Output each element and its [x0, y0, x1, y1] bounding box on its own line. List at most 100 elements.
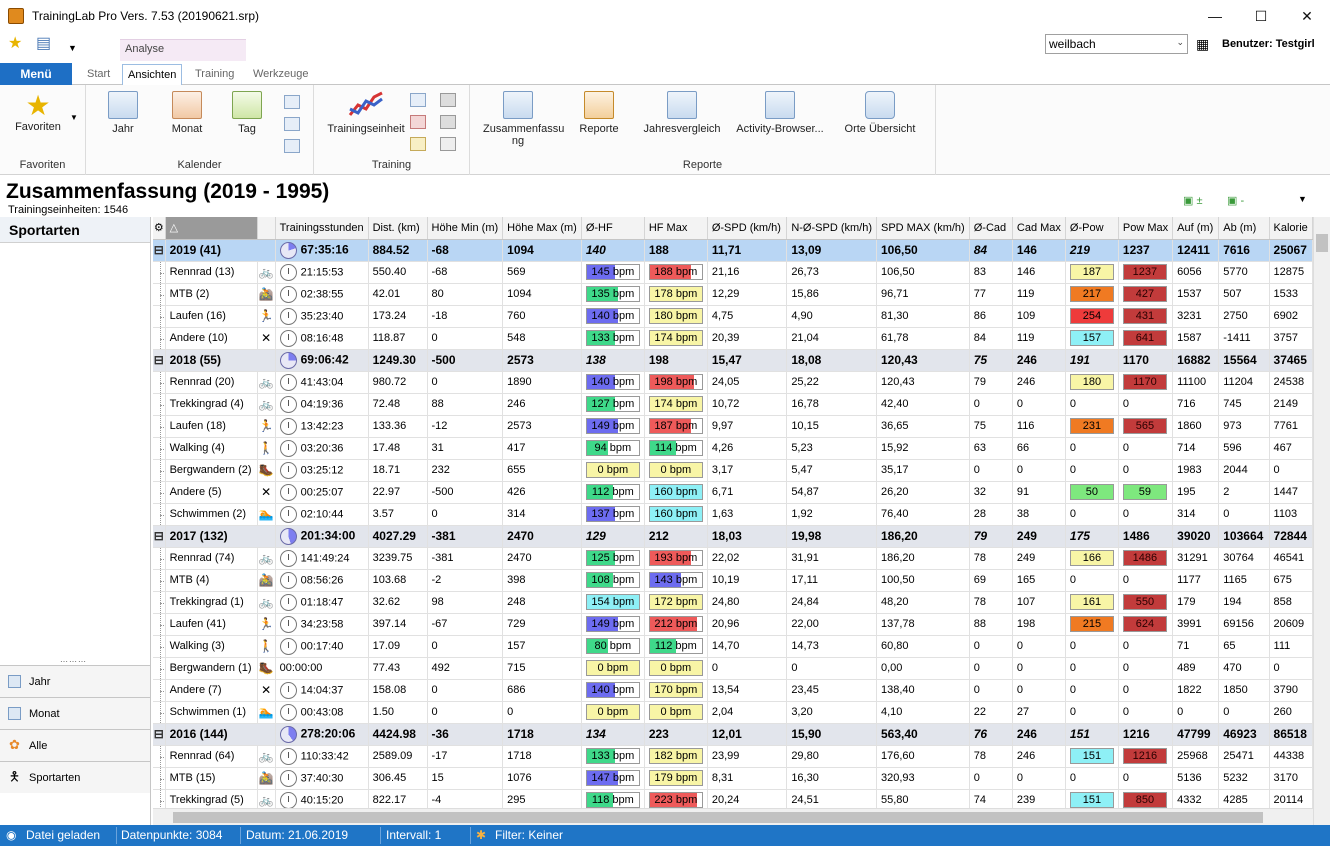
monat-button[interactable]: Monat [166, 91, 208, 135]
year-group-row[interactable]: ⊟ 2017 (132) 201:34:00 4027.29 -381 2470 129 21… [153, 525, 1313, 548]
col-avg-spd[interactable]: Ø-SPD (km/h) [707, 217, 788, 240]
nav-sportarten[interactable]: 🯅 Sportarten [0, 761, 150, 793]
col-avg-cad[interactable]: Ø-Cad [969, 217, 1013, 240]
sport-row[interactable]: Andere (10) ✕ 08:16:48 118.87 0 548 133 bpm 174… [153, 327, 1313, 350]
chevron-down-icon[interactable]: ⌄ [1176, 37, 1184, 48]
col-avg-pow[interactable]: Ø-Pow [1065, 217, 1119, 240]
col-trainingsstunden[interactable]: Trainingsstunden [275, 217, 369, 240]
user-icon[interactable]: ▦ [1196, 36, 1209, 53]
sport-row[interactable]: Laufen (16) 🏃 35:23:40 173.24 -18 760 140 bpm 1… [153, 305, 1313, 328]
zusammenfassung-button[interactable]: Zusammenfassu ng [474, 91, 564, 147]
year-group-row[interactable]: ⊟ 2018 (55) 69:06:42 1249.30 -500 2573 138 198 1… [153, 349, 1313, 372]
col-pow-max[interactable]: Pow Max [1118, 217, 1174, 240]
minimize-button[interactable]: — [1192, 0, 1238, 32]
tab-training[interactable]: Training [190, 64, 239, 85]
sport-row[interactable]: Andere (5) ✕ 00:25:07 22.97 -500 426 112 bpm 16… [153, 481, 1313, 504]
avg-cad-cell: 0 [969, 679, 1013, 702]
camera-icon[interactable] [440, 93, 456, 107]
ab-cell: 69156 [1218, 613, 1270, 636]
collapse-all-icon[interactable]: ▣ - [1227, 194, 1244, 207]
sport-row[interactable]: MTB (4) 🚵 08:56:26 103.68 -2 398 108 bpm 143 bp… [153, 569, 1313, 592]
horizontal-scrollbar[interactable] [153, 808, 1313, 825]
orte-uebersicht-button[interactable]: Orte Übersicht [840, 91, 920, 135]
year-group-row[interactable]: ⊟ 2016 (144) 278:20:06 4424.98 -36 1718 134 223… [153, 723, 1313, 746]
nav-monat[interactable]: Monat [0, 697, 150, 729]
tab-start[interactable]: Start [82, 64, 115, 85]
card-icon[interactable] [440, 137, 456, 151]
list-icon[interactable] [284, 95, 300, 109]
sport-row[interactable]: Laufen (41) 🏃 34:23:58 397.14 -67 729 149 bpm 2… [153, 613, 1313, 636]
col-dist[interactable]: Dist. (km) [368, 217, 428, 240]
sport-row[interactable]: Bergwandern (2) 🥾 03:25:12 18.71 232 655 0 bpm… [153, 459, 1313, 482]
sport-row[interactable]: Trekkingrad (5) 🚲 40:15:20 822.17 -4 295 118 b… [153, 789, 1313, 808]
settings-icon[interactable]: ⚙ [153, 217, 166, 240]
col-avg-hf[interactable]: Ø-HF [581, 217, 645, 240]
sport-row[interactable]: Schwimmen (2) 🏊 02:10:44 3.57 0 314 137 bpm 160… [153, 503, 1313, 526]
col-auf[interactable]: Auf (m) [1172, 217, 1220, 240]
trainingseinheit-button[interactable]: Trainingseinheit [320, 91, 412, 135]
qat-dropdown-icon[interactable]: ▼ [68, 40, 77, 56]
tag-button[interactable]: Tag [230, 91, 264, 135]
collapse-icon[interactable]: ⊟ [153, 349, 166, 372]
sport-row[interactable]: Trekkingrad (4) 🚲 04:19:36 72.48 88 246 127 bp… [153, 393, 1313, 416]
avg-spd-cell: 24,80 [707, 591, 788, 614]
horizontal-scroll-thumb[interactable] [173, 812, 1263, 823]
sport-row[interactable]: Walking (3) 🚶 00:17:40 17.09 0 157 80 bpm 112 b… [153, 635, 1313, 658]
compare-icon [667, 91, 697, 119]
avg-hf-cell: 80 bpm [581, 635, 645, 658]
jahr-button[interactable]: Jahr [104, 91, 142, 135]
title-bar: TrainingLab Pro Vers. 7.53 (20190621.srp… [0, 0, 1330, 32]
tab-ansichten[interactable]: Ansichten [122, 64, 183, 85]
col-hoehe-min[interactable]: Höhe Min (m) [427, 217, 504, 240]
location-search-input[interactable]: weilbach ⌄ [1045, 34, 1188, 54]
sport-row[interactable]: Schwimmen (1) 🏊 00:43:08 1.50 0 0 0 bpm 0 bpm 2,… [153, 701, 1313, 724]
col-cad-max[interactable]: Cad Max [1012, 217, 1066, 240]
activity-browser-button[interactable]: Activity-Browser... [732, 91, 828, 135]
calendar-edit-icon[interactable] [284, 117, 300, 131]
summary-grid[interactable]: ⚙ △ Trainingsstunden Dist. (km) Höhe Min… [153, 217, 1313, 808]
calendar-search-icon[interactable]: ▤ [36, 36, 51, 52]
import-icon[interactable] [410, 93, 426, 107]
collapse-icon[interactable]: ⊟ [153, 239, 166, 262]
sport-row[interactable]: Rennrad (74) 🚲 141:49:24 3239.75 -381 2470 125… [153, 547, 1313, 570]
nav-alle[interactable]: ✿ Alle [0, 729, 150, 761]
sport-row[interactable]: Trekkingrad (1) 🚲 01:18:47 32.62 98 248 154 bp… [153, 591, 1313, 614]
star-icon[interactable]: ★ [8, 36, 22, 52]
sort-header[interactable]: △ [165, 217, 258, 240]
col-n-avg-spd[interactable]: N-Ø-SPD (km/h) [786, 217, 877, 240]
reporte-button[interactable]: Reporte [574, 91, 624, 135]
nav-jahr[interactable]: Jahr [0, 665, 150, 697]
bar-chart-icon[interactable] [410, 115, 426, 129]
favoriten-button[interactable]: ★ Favoriten [10, 91, 66, 134]
year-group-row[interactable]: ⊟ 2019 (41) 67:35:16 884.52 -68 1094 140 188 11,… [153, 239, 1313, 262]
chevron-down-icon[interactable]: ▼ [1298, 194, 1307, 204]
close-button[interactable]: ✕ [1284, 0, 1330, 32]
collapse-icon[interactable]: ⊟ [153, 525, 166, 548]
vertical-scroll-thumb[interactable] [1316, 234, 1328, 252]
sport-row[interactable]: MTB (15) 🚵 37:40:30 306.45 15 1076 147 bpm 179 … [153, 767, 1313, 790]
expand-all-icon[interactable]: ▣ ± [1183, 194, 1203, 207]
sport-row[interactable]: Rennrad (20) 🚲 41:43:04 980.72 0 1890 140 bpm 1… [153, 371, 1313, 394]
device-icon[interactable] [440, 115, 456, 129]
sport-row[interactable]: Laufen (18) 🏃 13:42:23 133.36 -12 2573 149 bpm… [153, 415, 1313, 438]
maximize-button[interactable]: ☐ [1238, 0, 1284, 32]
tab-werkzeuge[interactable]: Werkzeuge [248, 64, 313, 85]
jahresvergleich-button[interactable]: Jahresvergleich [642, 91, 722, 135]
sport-row[interactable]: Rennrad (64) 🚲 110:33:42 2589.09 -17 1718 133 … [153, 745, 1313, 768]
col-hf-max[interactable]: HF Max [644, 217, 708, 240]
col-spd-max[interactable]: SPD MAX (km/h) [876, 217, 970, 240]
sport-row[interactable]: Walking (4) 🚶 03:20:36 17.48 31 417 94 bpm 114 … [153, 437, 1313, 460]
col-ab[interactable]: Ab (m) [1218, 217, 1270, 240]
sport-row[interactable]: Rennrad (13) 🚲 21:15:53 550.40 -68 569 145 bpm… [153, 261, 1313, 284]
sport-row[interactable]: Bergwandern (1) 🥾 00:00:00 77.43 492 715 0 bpm… [153, 657, 1313, 680]
sport-row[interactable]: Andere (7) ✕ 14:04:37 158.08 0 686 140 bpm 170 … [153, 679, 1313, 702]
menu-button[interactable]: Menü [0, 63, 72, 85]
calendar-delete-icon[interactable] [284, 139, 300, 153]
col-kalorien[interactable]: Kalorie [1269, 217, 1313, 240]
col-hoehe-max[interactable]: Höhe Max (m) [502, 217, 582, 240]
edit-icon[interactable] [410, 137, 426, 151]
sport-row[interactable]: MTB (2) 🚵 02:38:55 42.01 80 1094 135 bpm 178 bp… [153, 283, 1313, 306]
chevron-down-icon[interactable]: ▼ [70, 113, 78, 122]
collapse-icon[interactable]: ⊟ [153, 723, 166, 746]
vertical-scrollbar[interactable] [1313, 217, 1330, 825]
